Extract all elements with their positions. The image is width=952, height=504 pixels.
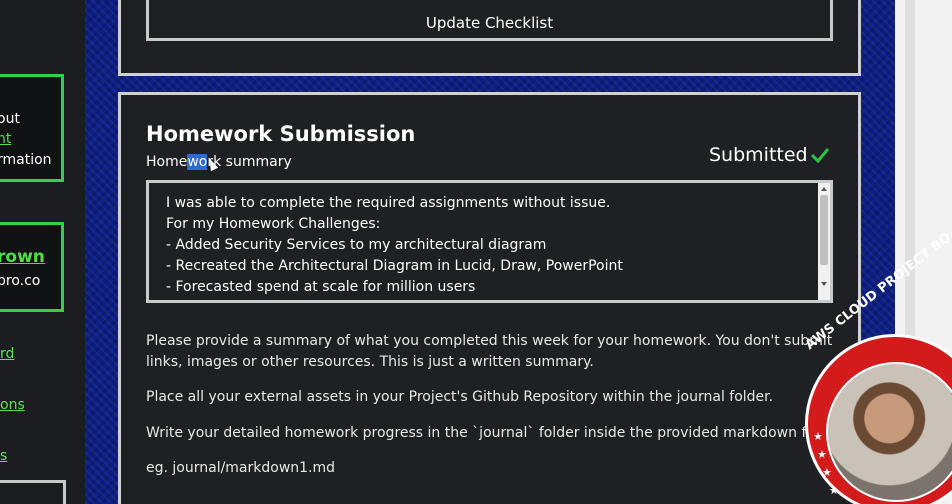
- instruction-text: Place all your external assets in your P…: [146, 389, 774, 405]
- update-checklist-label: Update Checklist: [425, 14, 554, 32]
- star-icon: ★: [813, 430, 823, 443]
- summary-line: - Recreated the Architectural Diagram in…: [166, 258, 623, 274]
- star-icon: ★: [829, 484, 839, 497]
- left-card-edge: [0, 480, 66, 504]
- summary-line: - Added Security Services to my architec…: [166, 237, 547, 253]
- homework-title: Homework Submission: [146, 122, 416, 146]
- label-text: rk summary: [207, 154, 292, 170]
- left-info-card: out nt rmation: [0, 74, 64, 182]
- summary-line: For my Homework Challenges:: [166, 216, 381, 232]
- homework-summary-label: Homework summary: [146, 154, 292, 170]
- instruction-text: Please provide a summary of what you com…: [146, 333, 833, 349]
- instruction-example: eg. journal/markdown1.md: [146, 460, 336, 476]
- textarea-scrollbar[interactable]: [818, 183, 830, 300]
- star-icon: ★: [822, 466, 832, 479]
- sidebar-link[interactable]: s: [0, 448, 7, 464]
- label-text: Home: [146, 154, 188, 170]
- sidebar-link[interactable]: ons: [0, 397, 25, 413]
- left-info-link[interactable]: nt: [0, 131, 11, 147]
- instruction-text: links, images or other resources. This i…: [146, 354, 594, 370]
- selected-text: wo: [187, 154, 208, 170]
- scroll-up-icon[interactable]: [821, 187, 827, 191]
- submission-status: Submitted: [709, 144, 808, 166]
- left-info-line: rmation: [0, 152, 52, 168]
- update-checklist-button[interactable]: Update Checklist: [146, 0, 833, 41]
- checkmark-icon: [810, 148, 830, 164]
- homework-summary-textarea[interactable]: I was able to complete the required assi…: [146, 180, 833, 303]
- star-icon: ★: [817, 448, 827, 461]
- profile-name-link[interactable]: rown: [0, 247, 45, 267]
- scroll-down-icon[interactable]: [821, 282, 827, 286]
- profile-domain: pro.co: [0, 273, 41, 289]
- left-profile-card: rown pro.co: [0, 222, 64, 312]
- instruction-text: Write your detailed homework progress in…: [146, 425, 831, 441]
- summary-line: - Forecasted spend at scale for million …: [166, 279, 476, 295]
- left-info-line: out: [0, 111, 20, 127]
- sidebar-link[interactable]: rd: [0, 346, 14, 362]
- summary-line: I was able to complete the required assi…: [166, 195, 611, 211]
- scroll-thumb[interactable]: [820, 195, 828, 265]
